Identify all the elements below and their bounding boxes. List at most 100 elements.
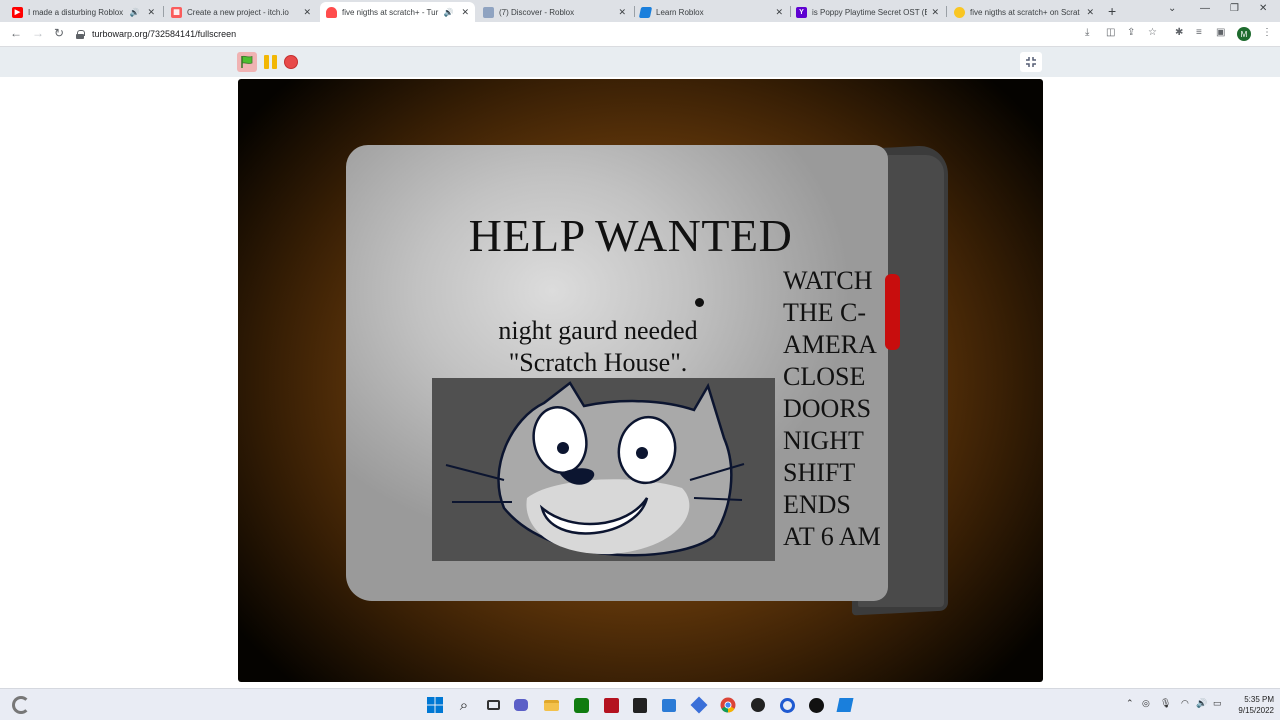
minimize-button[interactable]: — xyxy=(1200,3,1210,14)
app-icon-blue-ring[interactable] xyxy=(778,696,796,714)
turbowarp-controls xyxy=(0,47,1280,77)
app-icon[interactable] xyxy=(602,696,620,714)
reload-icon[interactable]: ↻ xyxy=(54,26,64,40)
green-flag-button[interactable] xyxy=(237,52,257,72)
roblox-studio-icon[interactable] xyxy=(836,696,854,714)
close-icon[interactable]: ✕ xyxy=(775,7,783,18)
scratch-icon xyxy=(954,6,965,18)
browser-toolbar: ← → ↻ turbowarp.org/732584141/fullscreen… xyxy=(0,22,1280,47)
tab-0[interactable]: ▶ I made a disturbing Roblox 🔊 ✕ xyxy=(6,2,161,22)
close-icon[interactable]: ✕ xyxy=(303,7,311,18)
exit-fullscreen-icon xyxy=(1026,57,1036,67)
clock-time: 5:35 PM xyxy=(1244,695,1274,704)
show-hidden-icons-icon[interactable]: ⌃ xyxy=(1126,698,1134,709)
close-icon[interactable]: ✕ xyxy=(931,7,939,18)
chat-icon[interactable] xyxy=(512,696,530,714)
exit-fullscreen-button[interactable] xyxy=(1020,52,1042,72)
tab-4[interactable]: Learn Roblox ✕ xyxy=(634,2,789,22)
speaker-icon[interactable]: 🔊 xyxy=(443,8,453,17)
task-view-icon[interactable] xyxy=(484,696,502,714)
tab-title: (7) Discover - Roblox xyxy=(499,7,575,17)
pause-button[interactable] xyxy=(262,54,278,70)
rule-line: AT 6 AM xyxy=(783,522,881,551)
app-icon-dark[interactable] xyxy=(749,696,767,714)
youtube-icon: ▶ xyxy=(12,6,23,18)
close-icon[interactable]: ✕ xyxy=(461,7,469,18)
close-icon[interactable]: ✕ xyxy=(147,7,155,18)
security-icon[interactable]: ◎ xyxy=(1142,698,1150,709)
menu-kebab-icon[interactable]: ⋮ xyxy=(1262,27,1272,38)
tab-separator xyxy=(163,6,164,17)
rule-line: DOORS xyxy=(783,394,872,423)
roblox-icon xyxy=(483,6,494,18)
weather-widget-icon[interactable] xyxy=(12,696,30,714)
unity-hub-icon[interactable] xyxy=(807,696,825,714)
tab-title: five nigths at scratch+ on Scrat xyxy=(970,7,1080,17)
roblox-studio-icon xyxy=(638,6,653,18)
tab-2-active[interactable]: five nigths at scratch+ - Tur 🔊 ✕ xyxy=(320,2,475,22)
install-app-icon[interactable]: ⤓ xyxy=(1085,27,1089,38)
project-stage[interactable]: HELP WANTED night gaurd needed "Scratch … xyxy=(238,79,1043,682)
tab-5[interactable]: Y is Poppy Playtime Secret OST (E ✕ xyxy=(790,2,945,22)
tab-strip: ▶ I made a disturbing Roblox 🔊 ✕ ▦ Creat… xyxy=(0,0,1280,22)
tab-title: is Poppy Playtime Secret OST (E xyxy=(812,7,928,17)
rule-line: AMERA xyxy=(783,330,877,359)
search-icon[interactable]: ⌕ xyxy=(455,696,473,714)
back-icon[interactable]: ← xyxy=(10,26,22,40)
tab-3[interactable]: (7) Discover - Roblox ✕ xyxy=(477,2,632,22)
stop-button[interactable] xyxy=(284,55,298,69)
windows-start-icon[interactable] xyxy=(426,696,444,714)
profile-avatar[interactable]: M xyxy=(1237,27,1251,41)
close-window-button[interactable]: ✕ xyxy=(1259,3,1267,14)
windows-taskbar: ⌕ ⌃ ◎ 🎙 ◠ 🔊 ▭ 5:35 PM 9/15/2022 xyxy=(0,688,1280,720)
green-flag-icon xyxy=(241,55,253,68)
chrome-icon[interactable] xyxy=(719,696,737,714)
sidebar-icon[interactable]: ◫ xyxy=(1106,27,1115,38)
pause-bar xyxy=(263,55,269,69)
reading-list-icon[interactable]: ≡ xyxy=(1196,27,1202,38)
ad-line-1: night gaurd needed xyxy=(498,316,698,345)
rule-line: SHIFT xyxy=(783,458,856,487)
microphone-icon[interactable]: 🎙 xyxy=(1160,698,1171,709)
game-icon[interactable] xyxy=(690,696,708,714)
lock-icon[interactable] xyxy=(76,29,85,39)
tab-title: Create a new project - itch.io xyxy=(187,7,289,17)
chrome-logo xyxy=(720,697,736,713)
rule-line: NIGHT xyxy=(783,426,864,455)
rule-line: THE C- xyxy=(783,298,867,327)
scratch-cat-photo xyxy=(432,378,775,561)
tab-1[interactable]: ▦ Create a new project - itch.io ✕ xyxy=(165,2,317,22)
tab-title: five nigths at scratch+ - Tur xyxy=(342,7,439,17)
system-clock[interactable]: 5:35 PM 9/15/2022 xyxy=(1228,694,1274,716)
yahoo-icon: Y xyxy=(796,6,807,18)
url-text: turbowarp.org/732584141/fullscreen xyxy=(92,29,237,39)
tab-6[interactable]: five nigths at scratch+ on Scrat ✕ xyxy=(948,2,1100,22)
file-explorer-icon[interactable] xyxy=(542,696,560,714)
forward-icon[interactable]: → xyxy=(32,26,44,40)
rule-line: WATCH xyxy=(783,266,873,295)
bookmark-star-icon[interactable]: ☆ xyxy=(1148,27,1157,38)
store-icon[interactable] xyxy=(660,696,678,714)
close-icon[interactable]: ✕ xyxy=(1086,7,1094,18)
speaker-icon[interactable]: 🔊 xyxy=(129,8,139,17)
tab-separator xyxy=(946,6,947,17)
new-tab-button[interactable]: + xyxy=(1108,3,1116,19)
xbox-icon[interactable] xyxy=(572,696,590,714)
clock-date: 9/15/2022 xyxy=(1238,706,1274,715)
address-bar[interactable]: turbowarp.org/732584141/fullscreen xyxy=(76,25,1076,43)
extensions-icon[interactable]: ✱ xyxy=(1175,27,1183,38)
cursor-dot xyxy=(695,298,704,307)
rules-column: WATCH THE C- AMERA CLOSE DOORS NIGHT SHI… xyxy=(783,265,903,553)
ad-line-2: "Scratch House". xyxy=(508,348,688,377)
share-icon[interactable]: ⇪ xyxy=(1127,27,1135,38)
scratch-cat-illustration xyxy=(432,378,775,561)
side-panel-icon[interactable]: ▣ xyxy=(1216,27,1225,38)
battery-icon[interactable]: ▭ xyxy=(1213,698,1222,709)
wifi-icon[interactable]: ◠ xyxy=(1181,698,1189,709)
restore-button[interactable]: ❐ xyxy=(1230,3,1239,14)
volume-icon[interactable]: 🔊 xyxy=(1196,698,1207,709)
tab-title: Learn Roblox xyxy=(656,7,704,17)
close-icon[interactable]: ✕ xyxy=(618,7,626,18)
epic-games-icon[interactable] xyxy=(631,696,649,714)
tab-search-icon[interactable]: ⌄ xyxy=(1168,3,1176,14)
